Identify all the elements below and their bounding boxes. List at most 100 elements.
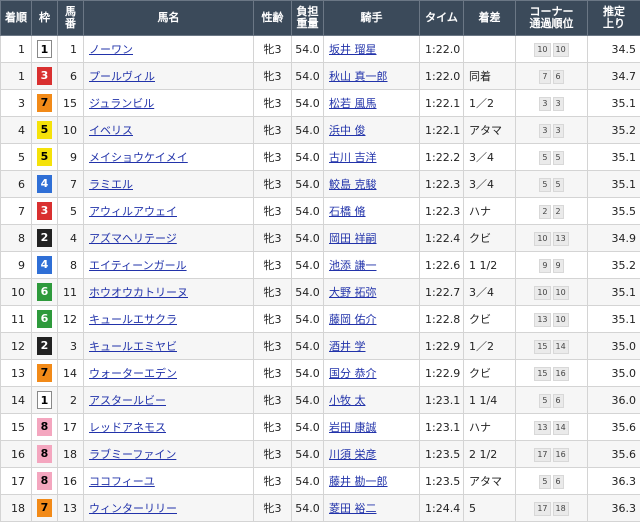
rank-cell: 18 [0,494,32,522]
horse-name-link[interactable]: プールヴィル [89,70,155,83]
jockey-link[interactable]: 坂井 瑠星 [329,43,377,56]
header-weight[interactable]: 負担 重量 [291,0,324,36]
horse-name-link[interactable]: ジュランビル [89,97,154,110]
horse-name-link[interactable]: ウォーターエデン [89,367,177,380]
last3f-cell: 34.9 [587,224,640,252]
umaban-cell: 7 [57,170,84,198]
waku-badge: 5 [37,148,52,166]
corner-cell: 17 16 [515,440,588,468]
sex-age-cell: 牝3 [253,494,292,522]
corner-cell: 13 14 [515,413,588,441]
horse-name-link[interactable]: アスタールビー [89,394,166,407]
header-time[interactable]: タイム [419,0,464,36]
waku-cell: 5 [31,116,58,144]
horse-name-cell: ラミエル [83,170,254,198]
time-cell: 1:22.2 [419,143,464,171]
last3f-cell: 35.1 [587,89,640,117]
sex-age-cell: 牝3 [253,440,292,468]
corner-position: 10 [552,312,569,327]
weight-cell: 54.0 [291,35,324,63]
umaban-cell: 16 [57,467,84,495]
jockey-link[interactable]: 菱田 裕二 [329,502,377,515]
header-last3f[interactable]: 推定 上り [587,0,640,36]
horse-name-link[interactable]: メイショウケイメイ [89,151,188,164]
jockey-link[interactable]: 藤岡 佑介 [329,313,377,326]
rank-cell: 17 [0,467,32,495]
last3f-cell: 35.2 [587,251,640,279]
sex-age-cell: 牝3 [253,35,292,63]
jockey-link[interactable]: 鮫島 克駿 [329,178,377,191]
sex-age-cell: 牝3 [253,62,292,90]
horse-name-cell: ジュランビル [83,89,254,117]
horse-name-cell: ホウオウカトリーヌ [83,278,254,306]
horse-name-cell: キュールエミヤビ [83,332,254,360]
jockey-link[interactable]: 池添 謙一 [329,259,377,272]
jockey-cell: 小牧 太 [323,386,420,414]
horse-name-link[interactable]: レッドアネモス [89,421,166,434]
waku-cell: 2 [31,332,58,360]
sex-age-cell: 牝3 [253,413,292,441]
header-horse-name[interactable]: 馬名 [83,0,254,36]
waku-cell: 7 [31,359,58,387]
horse-name-link[interactable]: ノーワン [89,43,133,56]
jockey-link[interactable]: 川須 栄彦 [329,448,377,461]
horse-name-cell: エイティーンガール [83,251,254,279]
jockey-cell: 鮫島 克駿 [323,170,420,198]
table-row: 16 8 18 ラブミーファイン 牝3 54.0 川須 栄彦 1:23.5 2 1/2 17 16 3… [0,440,640,468]
horse-name-link[interactable]: キュールエサクラ [89,313,177,326]
header-rank[interactable]: 着順 [0,0,32,36]
horse-name-link[interactable]: キュールエミヤビ [89,340,177,353]
header-corner[interactable]: コーナー 通過順位 [515,0,588,36]
jockey-link[interactable]: 石橋 脩 [329,205,366,218]
corner-position: 14 [552,339,569,354]
header-sex-age[interactable]: 性齢 [253,0,292,36]
rank-cell: 5 [0,143,32,171]
horse-name-link[interactable]: ホウオウカトリーヌ [89,286,188,299]
umaban-cell: 9 [57,143,84,171]
last3f-cell: 36.3 [587,467,640,495]
corner-cell: 10 13 [515,224,588,252]
waku-cell: 3 [31,62,58,90]
horse-name-link[interactable]: イベリス [89,124,133,137]
horse-name-link[interactable]: ラミエル [89,178,133,191]
horse-name-link[interactable]: アズマヘリテージ [89,232,177,245]
jockey-link[interactable]: 藤井 勘一郎 [329,475,388,488]
jockey-link[interactable]: 酒井 学 [329,340,366,353]
horse-name-link[interactable]: アウィルアウェイ [89,205,177,218]
jockey-link[interactable]: 国分 恭介 [329,367,377,380]
waku-cell: 2 [31,224,58,252]
corner-cell: 55 [515,143,588,171]
header-umaban[interactable]: 馬番 [57,0,84,36]
corner-position: 6 [552,69,564,84]
jockey-link[interactable]: 岡田 祥嗣 [329,232,377,245]
horse-name-link[interactable]: ココフィーユ [89,475,155,488]
jockey-cell: 松若 風馬 [323,89,420,117]
horse-name-cell: レッドアネモス [83,413,254,441]
jockey-link[interactable]: 秋山 真一郎 [329,70,388,83]
horse-name-link[interactable]: ウィンターリリー [89,502,177,515]
umaban-cell: 15 [57,89,84,117]
corner-position: 5 [552,177,564,192]
time-cell: 1:22.9 [419,332,464,360]
header-jockey[interactable]: 騎手 [323,0,420,36]
jockey-link[interactable]: 大野 拓弥 [329,286,377,299]
horse-name-link[interactable]: ラブミーファイン [89,448,176,461]
jockey-link[interactable]: 岩田 康誠 [329,421,377,434]
header-margin[interactable]: 着差 [463,0,516,36]
header-waku[interactable]: 枠 [31,0,58,36]
horse-name-link[interactable]: エイティーンガール [89,259,187,272]
jockey-cell: 大野 拓弥 [323,278,420,306]
jockey-link[interactable]: 松若 風馬 [329,97,377,110]
time-cell: 1:23.5 [419,440,464,468]
margin-cell [463,35,516,63]
corner-cell: 10 10 [515,35,588,63]
umaban-cell: 3 [57,332,84,360]
jockey-link[interactable]: 古川 吉洋 [329,151,377,164]
jockey-link[interactable]: 浜中 俊 [329,124,366,137]
waku-badge: 4 [37,175,52,193]
umaban-cell: 11 [57,278,84,306]
weight-cell: 54.0 [291,62,324,90]
corner-cell: 99 [515,251,588,279]
jockey-link[interactable]: 小牧 太 [329,394,366,407]
waku-badge: 7 [37,364,52,382]
